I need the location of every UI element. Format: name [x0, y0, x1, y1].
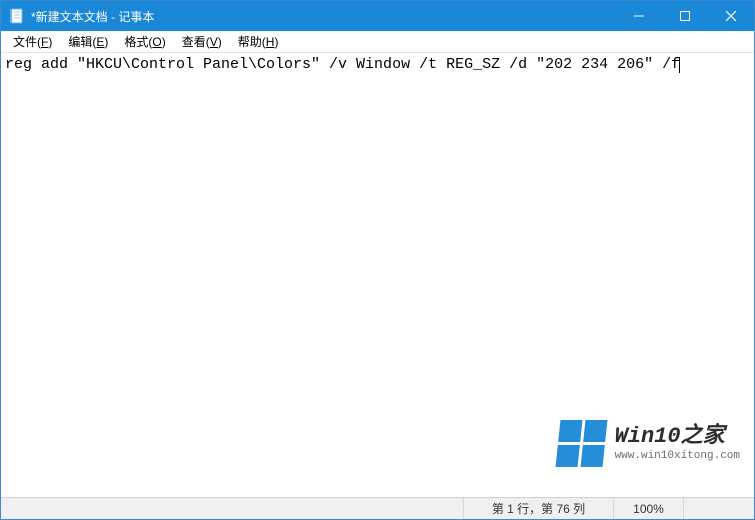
notepad-window: *新建文本文档 - 记事本 文件(F) 编辑(E) 格式(O) 查看(V) 帮助…: [0, 0, 755, 520]
maximize-button[interactable]: [662, 1, 708, 31]
editor-text: reg add "HKCU\Control Panel\Colors" /v W…: [5, 56, 680, 73]
text-caret-icon: [679, 57, 680, 73]
notepad-app-icon: [9, 8, 25, 24]
minimize-button[interactable]: [616, 1, 662, 31]
windows-logo-icon: [555, 420, 607, 467]
status-spacer: [1, 498, 464, 519]
close-button[interactable]: [708, 1, 754, 31]
window-title: *新建文本文档 - 记事本: [31, 8, 616, 25]
status-position: 第 1 行，第 76 列: [464, 498, 614, 519]
status-zoom: 100%: [614, 498, 684, 519]
menubar: 文件(F) 编辑(E) 格式(O) 查看(V) 帮助(H): [1, 31, 754, 53]
menu-help[interactable]: 帮助(H): [230, 31, 287, 52]
menu-edit[interactable]: 编辑(E): [60, 31, 116, 52]
statusbar: 第 1 行，第 76 列 100%: [1, 497, 754, 519]
window-controls: [616, 1, 754, 31]
menu-file[interactable]: 文件(F): [5, 31, 60, 52]
watermark-url: www.win10xitong.com: [615, 451, 740, 462]
status-tail: [684, 498, 754, 519]
menu-format[interactable]: 格式(O): [116, 31, 173, 52]
menu-view[interactable]: 查看(V): [174, 31, 230, 52]
editor-area[interactable]: reg add "HKCU\Control Panel\Colors" /v W…: [1, 53, 754, 497]
watermark-brand: Win10之家: [615, 426, 740, 448]
watermark: Win10之家 www.win10xitong.com: [558, 420, 740, 467]
titlebar[interactable]: *新建文本文档 - 记事本: [1, 1, 754, 31]
